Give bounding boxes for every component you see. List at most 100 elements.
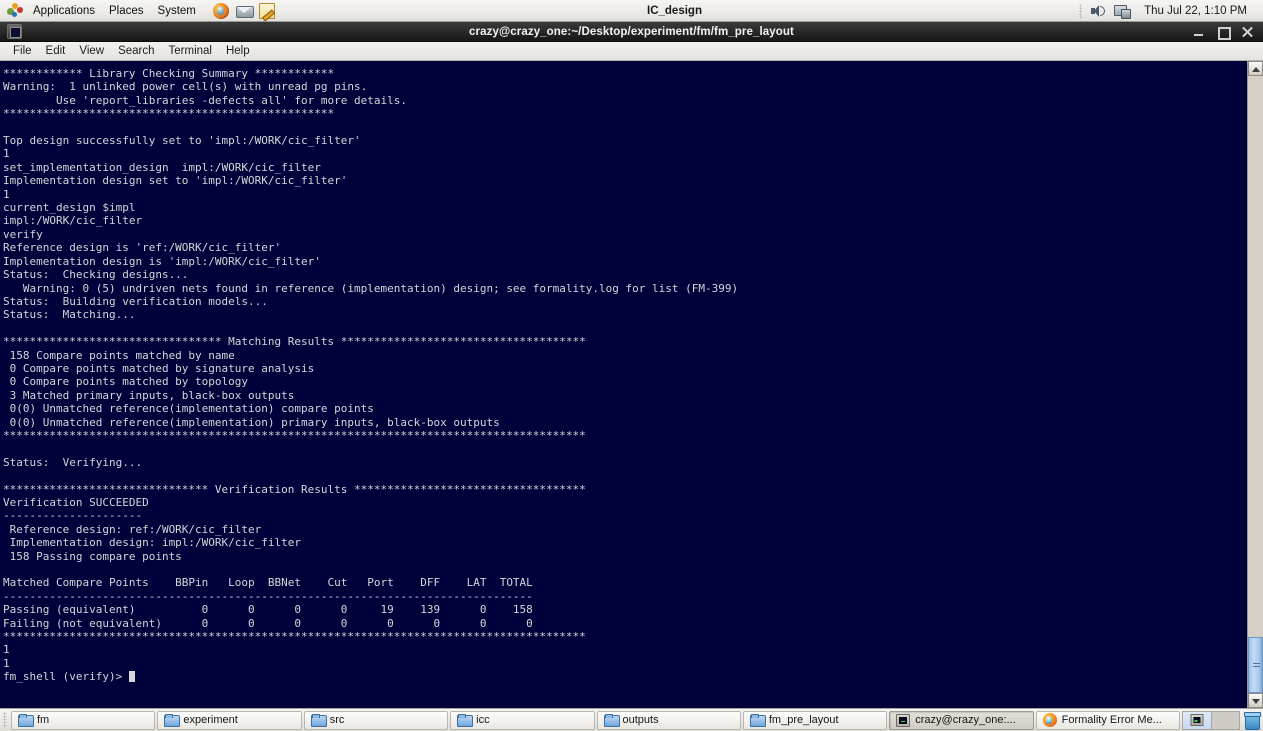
firefox-icon (1042, 713, 1057, 727)
terminal-line: Implementation design: impl:/WORK/cic_fi… (3, 536, 302, 550)
taskbar-item-outputs[interactable]: outputs (596, 710, 741, 730)
terminal-line: 158 Passing compare points (3, 549, 182, 563)
scroll-up-icon[interactable] (1248, 61, 1263, 76)
terminal-line: Status: Matching... (3, 308, 136, 322)
close-icon[interactable] (1241, 26, 1253, 38)
block-cursor (128, 671, 136, 683)
terminal-line: ----------------------------------------… (3, 589, 533, 603)
taskbar-item-label: crazy@crazy_one:... (915, 714, 1016, 726)
taskbar: fm experiment src icc outputs fm_pre_lay… (0, 708, 1263, 731)
top-panel-menus: Applications Places System (0, 0, 203, 21)
menu-file[interactable]: File (6, 44, 39, 58)
workspace-switcher[interactable] (1182, 710, 1240, 730)
menu-applications[interactable]: Applications (26, 2, 102, 20)
terminal-line: current_design $impl (3, 201, 136, 215)
gnome-foot-icon (7, 2, 23, 19)
terminal-line: 0(0) Unmatched reference(implementation)… (3, 415, 500, 429)
window-menubar: File Edit View Search Terminal Help (0, 42, 1263, 61)
volume-icon[interactable] (1090, 3, 1106, 19)
terminal-line: 1 (3, 147, 10, 161)
panel-window-title-text: IC_design (647, 4, 702, 17)
terminal-scrollbar[interactable] (1247, 61, 1263, 708)
terminal-line: Passing (equivalent) 0 0 0 0 19 139 0 15… (3, 603, 533, 617)
taskbar-item-src[interactable]: src (303, 710, 449, 730)
folder-icon (310, 714, 327, 727)
window-buttons (1193, 26, 1263, 40)
terminal-line: Reference design is 'ref:/WORK/cic_filte… (3, 241, 282, 255)
terminal-line: Status: Building verification models... (3, 294, 268, 308)
menu-places[interactable]: Places (102, 2, 151, 20)
network-icon[interactable] (1114, 3, 1132, 19)
terminal-line: Status: Checking designs... (3, 268, 189, 282)
menu-search[interactable]: Search (111, 44, 161, 58)
folder-icon (18, 714, 34, 727)
terminal-area: ************ Library Checking Summary **… (0, 61, 1263, 708)
terminal-output[interactable]: ************ Library Checking Summary **… (0, 61, 1247, 708)
terminal-line: 158 Compare points matched by name (3, 348, 235, 362)
workspace-1[interactable] (1183, 711, 1212, 729)
minimize-icon[interactable] (1193, 26, 1205, 38)
terminal-line: 1 (3, 656, 10, 670)
taskbar-item-label: experiment (183, 714, 238, 726)
taskbar-item-experiment[interactable]: experiment (157, 710, 302, 730)
window-title: crazy@crazy_one:~/Desktop/experiment/fm/… (469, 25, 794, 38)
terminal-line: 0 Compare points matched by topology (3, 375, 249, 389)
terminal-line: set_implementation_design impl:/WORK/cic… (3, 160, 321, 174)
panel-launchers (212, 2, 275, 19)
menu-view[interactable]: View (72, 44, 111, 58)
clock[interactable]: Thu Jul 22, 1:10 PM (1138, 5, 1253, 17)
taskbar-item-fm[interactable]: fm (11, 710, 156, 730)
terminal-prompt[interactable]: fm_shell (verify)> (3, 670, 1247, 683)
terminal-window: crazy@crazy_one:~/Desktop/experiment/fm/… (0, 22, 1263, 708)
menu-edit[interactable]: Edit (39, 44, 73, 58)
menu-system[interactable]: System (151, 2, 203, 20)
mail-icon[interactable] (235, 3, 254, 19)
terminal-line: ****************************************… (3, 107, 335, 121)
terminal-line: verify (3, 227, 43, 241)
desktop-screen: Applications Places System IC_design Thu… (0, 0, 1263, 731)
terminal-line: Failing (not equivalent) 0 0 0 0 0 0 0 0 (3, 616, 533, 630)
terminal-line: Top design successfully set to 'impl:/WO… (3, 134, 361, 148)
taskbar-item-label: Formality Error Me... (1061, 714, 1162, 726)
maximize-icon[interactable] (1217, 26, 1231, 40)
window-titlebar[interactable]: crazy@crazy_one:~/Desktop/experiment/fm/… (0, 22, 1263, 42)
taskbar-item-label: outputs (622, 714, 659, 726)
terminal-line: ******************************* Verifica… (3, 482, 586, 496)
panel-tray: Thu Jul 22, 1:10 PM (1079, 3, 1263, 19)
scroll-thumb[interactable] (1248, 637, 1263, 693)
terminal-line: ************ Library Checking Summary **… (3, 67, 335, 80)
terminal-line: 3 Matched primary inputs, black-box outp… (3, 388, 295, 402)
scroll-down-icon[interactable] (1248, 693, 1263, 708)
taskbar-item-label: fm (37, 714, 50, 726)
menu-help[interactable]: Help (219, 44, 257, 58)
terminal-line: Reference design: ref:/WORK/cic_filter (3, 522, 262, 536)
menu-terminal[interactable]: Terminal (162, 44, 219, 58)
taskbar-item-label: icc (476, 714, 490, 726)
top-panel: Applications Places System IC_design Thu… (0, 0, 1263, 22)
trash-icon[interactable] (1244, 711, 1261, 730)
terminal-line: Warning: 1 unlinked power cell(s) with u… (3, 80, 368, 94)
terminal-prompt-text: fm_shell (verify)> (3, 670, 129, 684)
workspace-2[interactable] (1212, 712, 1240, 729)
folder-icon (749, 714, 766, 727)
taskbar-grip (3, 712, 7, 728)
folder-icon (457, 714, 474, 727)
taskbar-item-label: src (329, 714, 345, 726)
folder-icon (164, 714, 181, 727)
terminal-line: Use 'report_libraries -defects all' for … (3, 93, 407, 107)
taskbar-item-formality-error[interactable]: Formality Error Me... (1035, 710, 1180, 730)
terminal-icon (896, 713, 911, 727)
terminal-line: Matched Compare Points BBPin Loop BBNet … (3, 576, 533, 590)
taskbar-item-icc[interactable]: icc (450, 710, 595, 730)
terminal-line: Implementation design is 'impl:/WORK/cic… (3, 254, 321, 268)
firefox-icon[interactable] (212, 2, 229, 19)
taskbar-item-terminal[interactable]: crazy@crazy_one:... (889, 710, 1034, 730)
terminal-line: ****************************************… (3, 428, 586, 442)
taskbar-item-fm-pre-layout[interactable]: fm_pre_layout (742, 710, 888, 730)
text-editor-icon[interactable] (258, 2, 275, 19)
terminal-line: 0 Compare points matched by signature an… (3, 361, 315, 375)
terminal-line: 0(0) Unmatched reference(implementation)… (3, 402, 374, 416)
